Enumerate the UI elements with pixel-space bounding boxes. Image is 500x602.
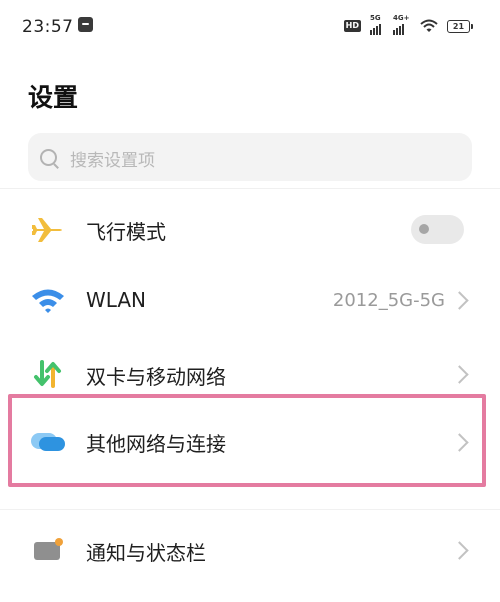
- settings-item-notifications[interactable]: [0, 522, 500, 578]
- airplane-mode-label: 飞行模式: [86, 220, 166, 244]
- search-placeholder: 搜索设置项: [70, 151, 155, 171]
- wifi-icon: [28, 281, 68, 321]
- wlan-network-name: 2012_5G-5G: [332, 290, 445, 311]
- status-icons: HD 5G 4G+ 21: [343, 14, 473, 38]
- wlan-label: WLAN: [86, 288, 147, 312]
- battery-icon: 21: [447, 19, 473, 33]
- dual-sim-icon: [28, 354, 68, 394]
- sim1-network-label: 5G: [370, 14, 381, 22]
- section-divider: [0, 509, 500, 510]
- toggle-knob: [419, 224, 429, 234]
- battery-level: 21: [452, 21, 465, 31]
- search-icon: [40, 149, 57, 166]
- sim2-network-label: 4G+: [393, 14, 410, 22]
- hd-voice-badge: HD: [343, 20, 361, 32]
- dual-sim-label: 双卡与移动网络: [86, 365, 226, 389]
- notification-indicator-icon: [78, 17, 93, 32]
- notifications-label: 通知与状态栏: [86, 541, 206, 565]
- sim2-signal-icon: 4G+: [393, 14, 411, 35]
- wifi-status-icon: [420, 19, 438, 32]
- airplane-icon: [28, 210, 68, 250]
- page-title: 设置: [28, 83, 79, 112]
- highlight-box: [8, 394, 486, 487]
- divider: [0, 188, 500, 189]
- status-time: 23:57: [22, 17, 74, 37]
- notification-icon: [28, 530, 68, 570]
- sim1-signal-icon: 5G: [370, 14, 384, 35]
- status-bar: 23:57 HD 5G 4G+ 21: [0, 0, 500, 56]
